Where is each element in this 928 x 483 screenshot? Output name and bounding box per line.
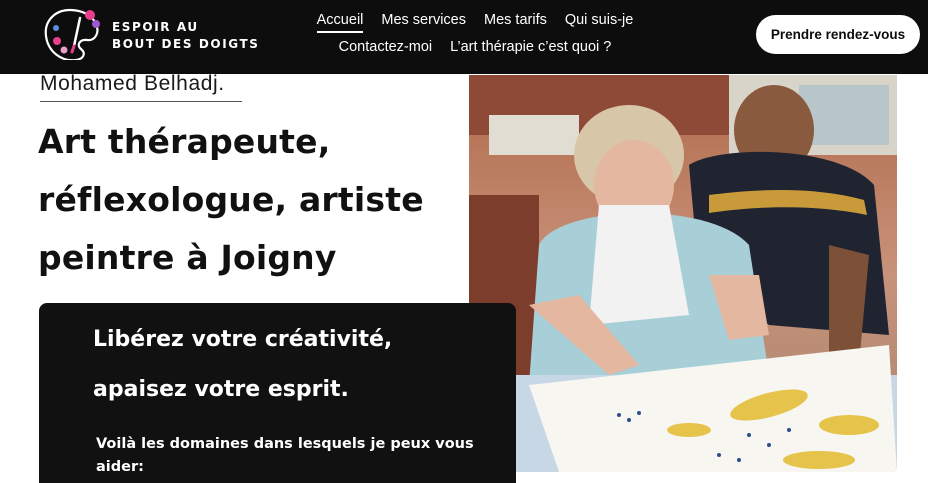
brand-name-line1: ESPOIR AU bbox=[112, 20, 199, 34]
nav-row-1: Accueil Mes services Mes tarifs Qui suis… bbox=[310, 12, 640, 33]
book-appointment-button[interactable]: Prendre rendez-vous bbox=[756, 15, 920, 54]
nav-link-services[interactable]: Mes services bbox=[381, 12, 466, 33]
brand-name-line2: BOUT DES DOIGTS bbox=[112, 37, 260, 51]
card-description: Voilà les domaines dans lesquels je peux… bbox=[96, 436, 474, 475]
hero-subtitle: Mohamed Belhadj. bbox=[40, 72, 242, 102]
nav-link-contact[interactable]: Contactez-moi bbox=[339, 39, 432, 58]
headline-line-3: peintre à Joigny bbox=[38, 238, 337, 277]
card-title-line-2: apaisez votre esprit. bbox=[93, 377, 349, 402]
hero-photo bbox=[469, 75, 897, 472]
services-intro-card: Libérez votre créativité, apaisez votre … bbox=[39, 303, 516, 483]
headline-line-2: réflexologue, artiste bbox=[38, 180, 424, 219]
nav-link-qui-suis-je[interactable]: Qui suis-je bbox=[565, 12, 634, 33]
brand-logo[interactable]: ESPOIR AU BOUT DES DOIGTS bbox=[40, 6, 260, 66]
hero-headline: Art thérapeute, réflexologue, artiste pe… bbox=[38, 113, 448, 287]
palette-logo-icon bbox=[44, 8, 100, 62]
hero-photo-illustration bbox=[469, 75, 897, 472]
nav-link-art-therapie[interactable]: L’art thérapie c’est quoi ? bbox=[450, 39, 611, 58]
headline-line-1: Art thérapeute, bbox=[38, 122, 331, 161]
card-title-line-1: Libérez votre créativité, bbox=[93, 327, 393, 352]
nav-row-2: Contactez-moi L’art thérapie c’est quoi … bbox=[310, 39, 640, 58]
nav-link-tarifs[interactable]: Mes tarifs bbox=[484, 12, 547, 33]
main-nav: Accueil Mes services Mes tarifs Qui suis… bbox=[310, 12, 640, 64]
brand-name: ESPOIR AU BOUT DES DOIGTS bbox=[112, 19, 260, 53]
nav-link-accueil[interactable]: Accueil bbox=[316, 12, 364, 33]
